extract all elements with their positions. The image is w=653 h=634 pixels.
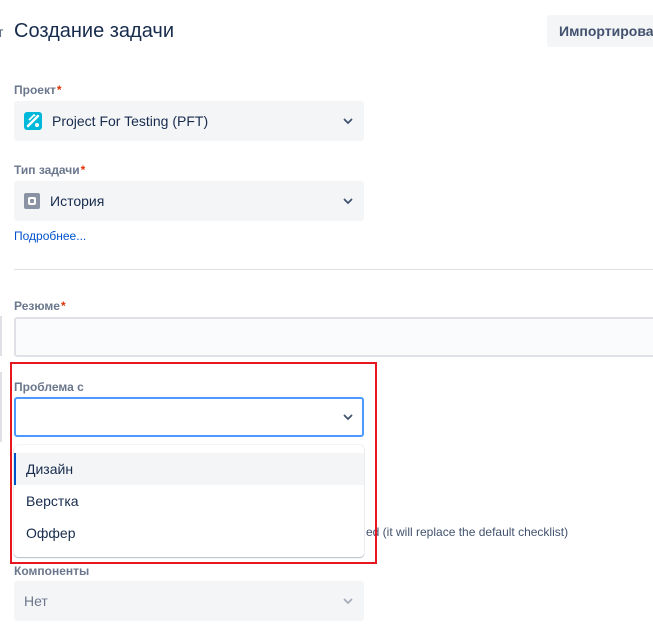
chevron-down-icon <box>343 598 353 605</box>
components-value: Нет <box>24 593 48 609</box>
left-edge-bar <box>0 316 2 356</box>
summary-input[interactable] <box>14 317 653 357</box>
story-icon <box>24 193 40 209</box>
learn-more-link[interactable]: Подробнее... <box>14 229 86 243</box>
components-select[interactable]: Нет <box>14 581 364 621</box>
checklist-hint-text: ed (it will replace the default checklis… <box>366 525 569 539</box>
problem-with-dropdown-menu: Дизайн Верстка Оффер <box>14 445 364 557</box>
project-select[interactable]: Project For Testing (PFT) <box>14 101 364 141</box>
chevron-down-icon <box>343 198 353 205</box>
issue-type-value: История <box>50 193 105 209</box>
left-edge-bar <box>0 372 2 442</box>
project-icon <box>24 112 42 130</box>
problem-with-label: Проблема с <box>14 380 84 394</box>
dropdown-option-layout[interactable]: Верстка <box>14 485 364 517</box>
project-value: Project For Testing (PFT) <box>52 113 209 129</box>
cut-off-text: т <box>0 24 4 40</box>
project-label: Проект* <box>14 83 62 97</box>
components-label: Компоненты <box>14 564 90 578</box>
problem-with-select[interactable] <box>14 397 364 437</box>
issue-type-label: Тип задачи* <box>14 163 86 177</box>
dropdown-option-offer[interactable]: Оффер <box>14 517 364 549</box>
dropdown-option-design[interactable]: Дизайн <box>14 453 364 485</box>
chevron-down-icon <box>343 118 353 125</box>
import-button[interactable]: Импортирова <box>547 15 653 47</box>
summary-label: Резюме* <box>14 299 66 313</box>
page-title: Создание задачи <box>14 20 174 42</box>
chevron-down-icon <box>343 414 353 421</box>
divider <box>14 269 653 270</box>
issue-type-select[interactable]: История <box>14 181 364 221</box>
